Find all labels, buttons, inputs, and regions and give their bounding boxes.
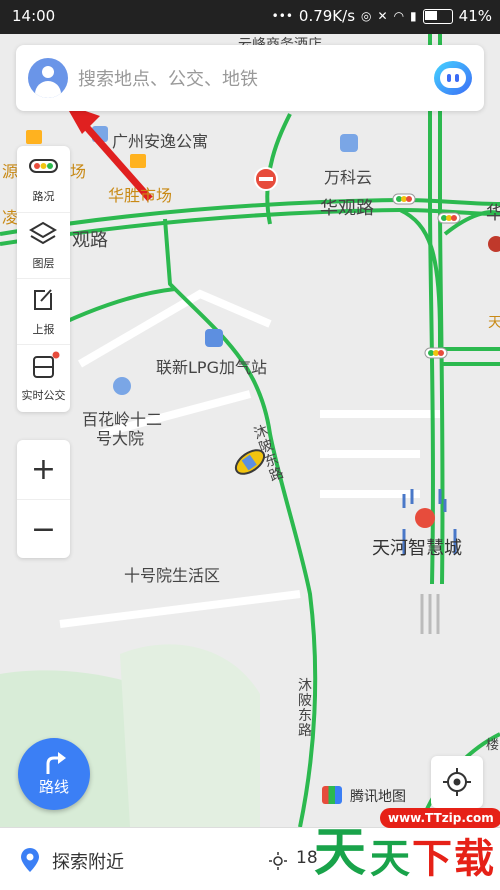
map-label-lpg: 联新LPG加气站 xyxy=(156,358,267,377)
wifi-icon: ◠ xyxy=(393,9,405,23)
map-label-apartment: 广州安逸公寓 xyxy=(112,132,209,151)
map-label-baihua-2: 号大院 xyxy=(96,429,145,448)
avatar-head xyxy=(42,66,54,78)
status-bar: 14:00 ••• 0.79K/s ◎ ✕ ◠ ▮ 41% xyxy=(0,0,500,34)
location-pin-icon xyxy=(21,848,39,872)
layers-label: 图层 xyxy=(32,257,55,270)
zoom-in-button[interactable]: + xyxy=(17,440,70,500)
explore-nearby-button[interactable]: 探索附近 xyxy=(52,848,124,874)
map-label-left-ling: 凌 xyxy=(2,208,19,227)
map-label-market: 华胜市场 xyxy=(108,186,173,205)
more-dots-icon: ••• xyxy=(271,9,293,23)
layers-icon xyxy=(29,221,57,245)
layers-button[interactable]: 图层 xyxy=(17,212,70,279)
route-label: 路线 xyxy=(38,778,69,796)
bot-eye-right xyxy=(455,74,459,82)
report-icon xyxy=(34,289,52,310)
watermark-char-1: 天 xyxy=(314,823,367,883)
map-label-left-chang: 场 xyxy=(70,162,87,181)
realtime-bus-button[interactable]: 实时公交 xyxy=(17,344,70,411)
bot-face xyxy=(440,68,466,88)
zoom-out-button[interactable]: − xyxy=(17,500,70,559)
traffic-button[interactable]: 路况 xyxy=(17,146,70,212)
route-arrow-icon xyxy=(46,752,66,774)
map-label-right-edge: 楼 xyxy=(486,738,500,753)
map-label-muxi-road-2: 沐陂东路 xyxy=(298,678,312,739)
map-label-huaguan-road-left: 观路 xyxy=(72,230,108,251)
map-label-right-tian: 天 xyxy=(488,315,500,331)
signal-icon: ▮ xyxy=(410,9,417,23)
map-label-shihao: 十号院生活区 xyxy=(124,566,221,585)
avatar-body xyxy=(35,81,61,98)
mute-icon: ✕ xyxy=(377,9,388,23)
map-label-huaguan-road: 华观路 xyxy=(320,198,374,219)
battery-icon xyxy=(422,8,453,24)
traffic-label: 路况 xyxy=(32,190,55,203)
report-label: 上报 xyxy=(32,323,55,336)
network-speed: 0.79K/s xyxy=(298,7,356,25)
bot-eye-left xyxy=(447,74,451,82)
watermark-url: www.TTzip.com xyxy=(380,808,500,828)
status-time: 14:00 xyxy=(12,7,56,25)
watermark-char-2: 天 xyxy=(370,836,410,882)
watermark-char-3: 下 xyxy=(412,836,452,882)
search-bar[interactable]: 搜索地点、公交、地铁 xyxy=(16,45,484,111)
watermark-char-4: 载 xyxy=(454,836,494,882)
report-button[interactable]: 上报 xyxy=(17,278,70,345)
map-label-left-yuan: 源 xyxy=(2,162,19,181)
map-label-right-hua: 华 xyxy=(486,203,500,224)
battery-level: 41% xyxy=(458,7,492,25)
traffic-icon xyxy=(29,159,58,173)
bus-icon xyxy=(33,351,60,378)
watermark: www.TTzip.com 天 天 下 载 xyxy=(308,780,500,889)
sun-icon xyxy=(269,852,287,870)
vpn-icon: ◎ xyxy=(361,9,372,23)
bus-label: 实时公交 xyxy=(21,389,66,402)
map-view[interactable]: 云峰商务酒店 广州安逸公寓 华胜市场 万科云 华观路 观路 源 凌 场 华 天 … xyxy=(0,34,500,827)
map-label-tianhe: 天河智慧城 xyxy=(372,538,462,559)
map-roads xyxy=(0,34,500,827)
map-toolbar: 路况 图层 上报 实时公交 xyxy=(17,146,70,412)
zoom-control: + − xyxy=(17,440,70,558)
route-button[interactable]: 路线 xyxy=(18,738,90,810)
search-input[interactable]: 搜索地点、公交、地铁 xyxy=(78,65,258,91)
assistant-bot-icon[interactable] xyxy=(434,61,472,95)
avatar[interactable] xyxy=(28,58,68,98)
map-label-wankeyun: 万科云 xyxy=(324,168,373,187)
status-icons: ••• 0.79K/s ◎ ✕ ◠ ▮ 41% xyxy=(272,7,492,25)
